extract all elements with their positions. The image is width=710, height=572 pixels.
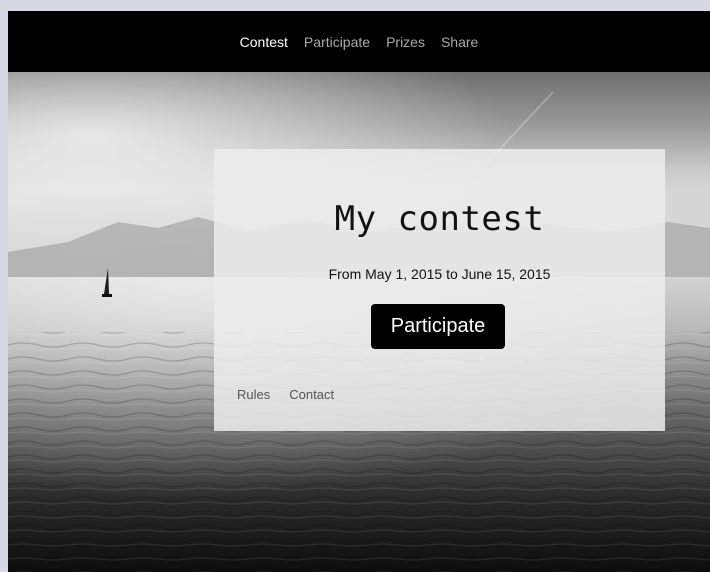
contest-info-card: My contest From May 1, 2015 to June 15, …: [214, 149, 665, 431]
top-navigation-bar: Contest Participate Prizes Share: [8, 11, 710, 72]
contest-title: My contest: [334, 199, 545, 239]
nav-item-participate[interactable]: Participate: [304, 34, 370, 50]
nav-item-contest[interactable]: Contest: [240, 34, 288, 50]
page-frame: Contest Participate Prizes Share My cont…: [8, 11, 710, 572]
nav-item-prizes[interactable]: Prizes: [386, 34, 425, 50]
contact-link[interactable]: Contact: [289, 387, 334, 402]
participate-button[interactable]: Participate: [371, 304, 505, 349]
rules-link[interactable]: Rules: [237, 387, 270, 402]
card-footer-links: Rules Contact: [237, 387, 334, 402]
contest-dates: From May 1, 2015 to June 15, 2015: [328, 266, 551, 282]
nav-item-share[interactable]: Share: [441, 34, 478, 50]
